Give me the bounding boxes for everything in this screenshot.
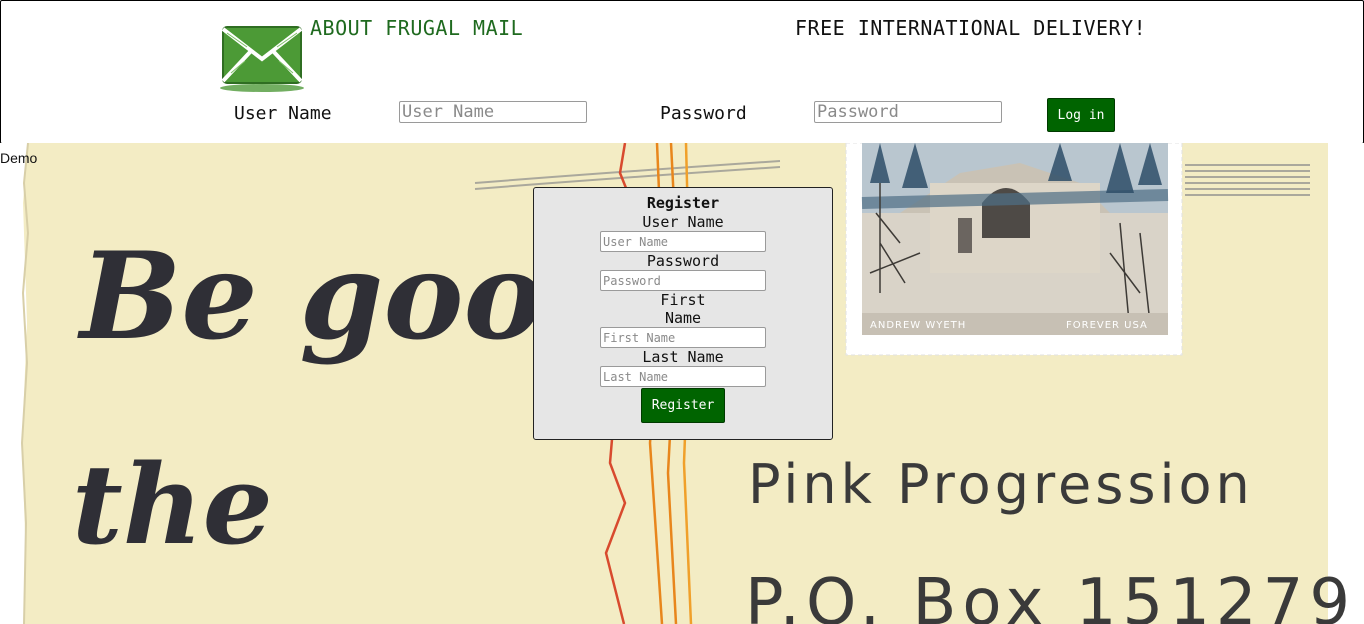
address-line1: Pink Progression xyxy=(748,453,1254,516)
handwriting-line2: the xyxy=(72,440,273,569)
register-password-input[interactable] xyxy=(600,270,766,291)
register-panel: Register User Name Password First Name L… xyxy=(533,187,833,440)
password-label: Password xyxy=(660,103,747,124)
register-lastname-input[interactable] xyxy=(600,366,766,387)
username-label: User Name xyxy=(234,103,332,124)
register-firstname-label: First Name xyxy=(534,291,832,327)
stamp-caption-right: FOREVER USA xyxy=(1066,320,1148,331)
site-header: ABOUT FRUGAL MAIL FREE INTERNATIONAL DEL… xyxy=(0,0,1364,144)
envelope-icon[interactable] xyxy=(217,23,307,93)
register-password-label: Password xyxy=(646,252,720,270)
register-button[interactable]: Register xyxy=(641,388,725,423)
register-title: Register xyxy=(646,194,720,212)
about-link[interactable]: ABOUT FRUGAL MAIL xyxy=(310,16,523,40)
register-username-label: User Name xyxy=(642,213,724,231)
promo-banner: FREE INTERNATIONAL DELIVERY! xyxy=(795,16,1147,40)
demo-label: Demo xyxy=(0,150,38,166)
firstname-label-line1: First xyxy=(660,291,706,309)
address-line2: P.O. Box 151279 xyxy=(745,566,1356,624)
register-username-input[interactable] xyxy=(600,231,766,252)
firstname-label-line2: Name xyxy=(664,309,702,327)
login-password-input[interactable] xyxy=(814,101,1002,123)
login-button[interactable]: Log in xyxy=(1047,98,1115,132)
register-firstname-input[interactable] xyxy=(600,327,766,348)
stamp-caption-left: ANDREW WYETH xyxy=(870,320,966,331)
login-username-input[interactable] xyxy=(399,101,587,123)
register-lastname-label: Last Name xyxy=(642,348,724,366)
